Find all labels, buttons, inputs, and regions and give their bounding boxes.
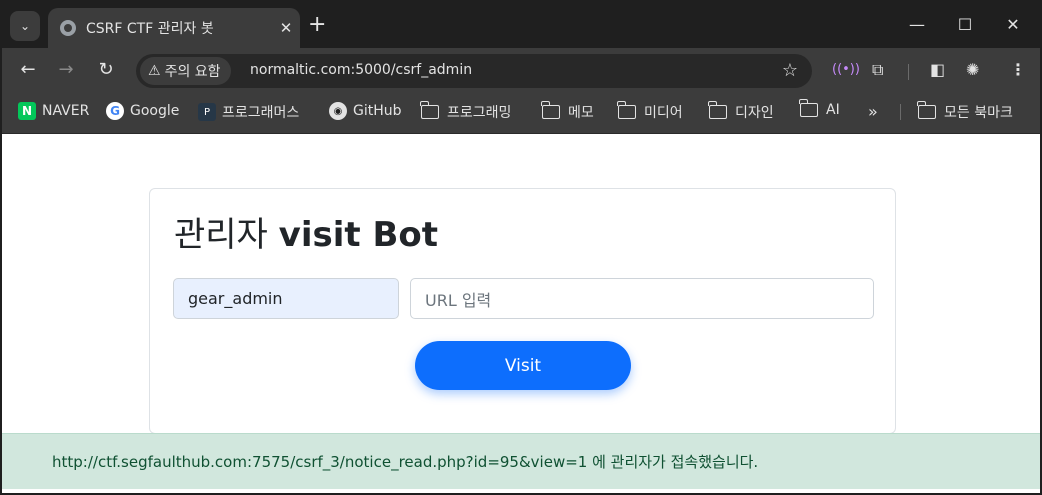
new-tab-button[interactable]: + xyxy=(308,13,326,37)
admin-bot-card: 관리자 visit Bot gear_admin URL 입력 Visit xyxy=(149,188,896,434)
folder-icon xyxy=(708,101,727,119)
browser-toolbar: ← → ↻ ⚠ 주의 요함 normaltic.com:5000/csrf_ad… xyxy=(2,48,1040,92)
bookmark-label: AI xyxy=(826,102,840,118)
bookmark-naver[interactable]: N NAVER xyxy=(18,102,89,120)
url-input[interactable]: URL 입력 xyxy=(410,278,874,319)
tab-title: CSRF CTF 관리자 봇 xyxy=(86,21,214,37)
folder-icon xyxy=(799,99,818,117)
username-field[interactable]: gear_admin xyxy=(173,278,399,319)
security-label: 주의 요함 xyxy=(164,64,221,80)
bookmark-programmers[interactable]: P 프로그래머스 xyxy=(198,102,299,122)
chevron-down-icon: ⌄ xyxy=(19,19,31,33)
security-chip[interactable]: ⚠ 주의 요함 xyxy=(140,57,231,85)
bookmark-github[interactable]: ◉ GitHub xyxy=(329,102,402,120)
bookmark-label: 프로그래밍 xyxy=(447,105,512,121)
bookmark-label: Google xyxy=(130,103,180,119)
address-bar[interactable]: ⚠ 주의 요함 normaltic.com:5000/csrf_admin ☆ xyxy=(136,54,812,88)
folder-icon xyxy=(420,101,439,119)
maximize-button[interactable]: ☐ xyxy=(942,10,988,40)
page-title: 관리자 visit Bot xyxy=(174,213,438,257)
menu-kebab-icon[interactable]: ⋮ xyxy=(1010,61,1026,79)
bookmark-folder-media[interactable]: 미디어 xyxy=(617,101,683,122)
bookmark-folder-programming[interactable]: 프로그래밍 xyxy=(420,101,512,122)
folder-icon xyxy=(917,101,936,119)
forward-button[interactable]: → xyxy=(52,56,80,84)
bookmark-google[interactable]: G Google xyxy=(106,102,179,120)
globe-icon xyxy=(60,20,76,36)
bookmark-label: 메모 xyxy=(568,105,594,121)
google-icon: G xyxy=(106,102,124,120)
profile-avatar-icon[interactable]: ✺ xyxy=(966,61,979,79)
url-text[interactable]: normaltic.com:5000/csrf_admin xyxy=(250,62,472,78)
folder-icon xyxy=(541,101,560,119)
bookmarks-overflow-button[interactable]: » xyxy=(868,102,878,121)
bookmark-folder-design[interactable]: 디자인 xyxy=(708,101,774,122)
cast-icon[interactable]: ((•)) xyxy=(832,61,860,79)
bookmark-label: 디자인 xyxy=(735,105,774,121)
close-window-button[interactable]: ✕ xyxy=(990,10,1036,40)
browser-window: ⌄ CSRF CTF 관리자 봇 ✕ + — ☐ ✕ ← → ↻ ⚠ 주의 요함… xyxy=(0,0,1042,495)
bookmark-folder-memo[interactable]: 메모 xyxy=(541,101,594,122)
title-bar: ⌄ CSRF CTF 관리자 봇 ✕ + — ☐ ✕ xyxy=(2,2,1040,48)
bookmarks-divider xyxy=(900,104,901,120)
bookmark-label: GitHub xyxy=(353,103,402,119)
minimize-button[interactable]: — xyxy=(894,10,940,40)
bookmark-label: 프로그래머스 xyxy=(222,105,300,121)
visit-button[interactable]: Visit xyxy=(415,341,631,390)
github-icon: ◉ xyxy=(329,102,347,120)
bookmark-folder-ai[interactable]: AI xyxy=(799,99,840,118)
reload-button[interactable]: ↻ xyxy=(92,56,120,84)
tab-active[interactable]: CSRF CTF 관리자 봇 ✕ xyxy=(48,8,300,48)
star-icon[interactable]: ☆ xyxy=(782,60,798,81)
page-content: 관리자 visit Bot gear_admin URL 입력 Visit ht… xyxy=(2,135,1040,493)
page-title-ko: 관리자 xyxy=(174,215,268,255)
tab-close-icon[interactable]: ✕ xyxy=(272,19,300,37)
warning-icon: ⚠ xyxy=(148,63,161,79)
extensions-icon[interactable]: ⧉ xyxy=(872,61,883,79)
page-title-en: visit Bot xyxy=(278,215,438,255)
programmers-icon: P xyxy=(198,103,216,121)
bookmark-label: 미디어 xyxy=(644,105,683,121)
back-button[interactable]: ← xyxy=(14,56,42,84)
toolbar-divider xyxy=(908,64,909,80)
naver-icon: N xyxy=(18,102,36,120)
tab-search-button[interactable]: ⌄ xyxy=(10,11,40,41)
folder-icon xyxy=(617,101,636,119)
all-bookmarks-button[interactable]: 모든 북마크 xyxy=(917,101,1013,122)
success-alert: http://ctf.segfaulthub.com:7575/csrf_3/n… xyxy=(2,433,1040,489)
bookmarks-bar: N NAVER G Google P 프로그래머스 ◉ GitHub 프로그래밍… xyxy=(2,92,1040,134)
side-panel-icon[interactable]: ◧ xyxy=(930,61,945,79)
bookmark-label: 모든 북마크 xyxy=(944,105,1013,121)
bookmark-label: NAVER xyxy=(42,103,90,119)
